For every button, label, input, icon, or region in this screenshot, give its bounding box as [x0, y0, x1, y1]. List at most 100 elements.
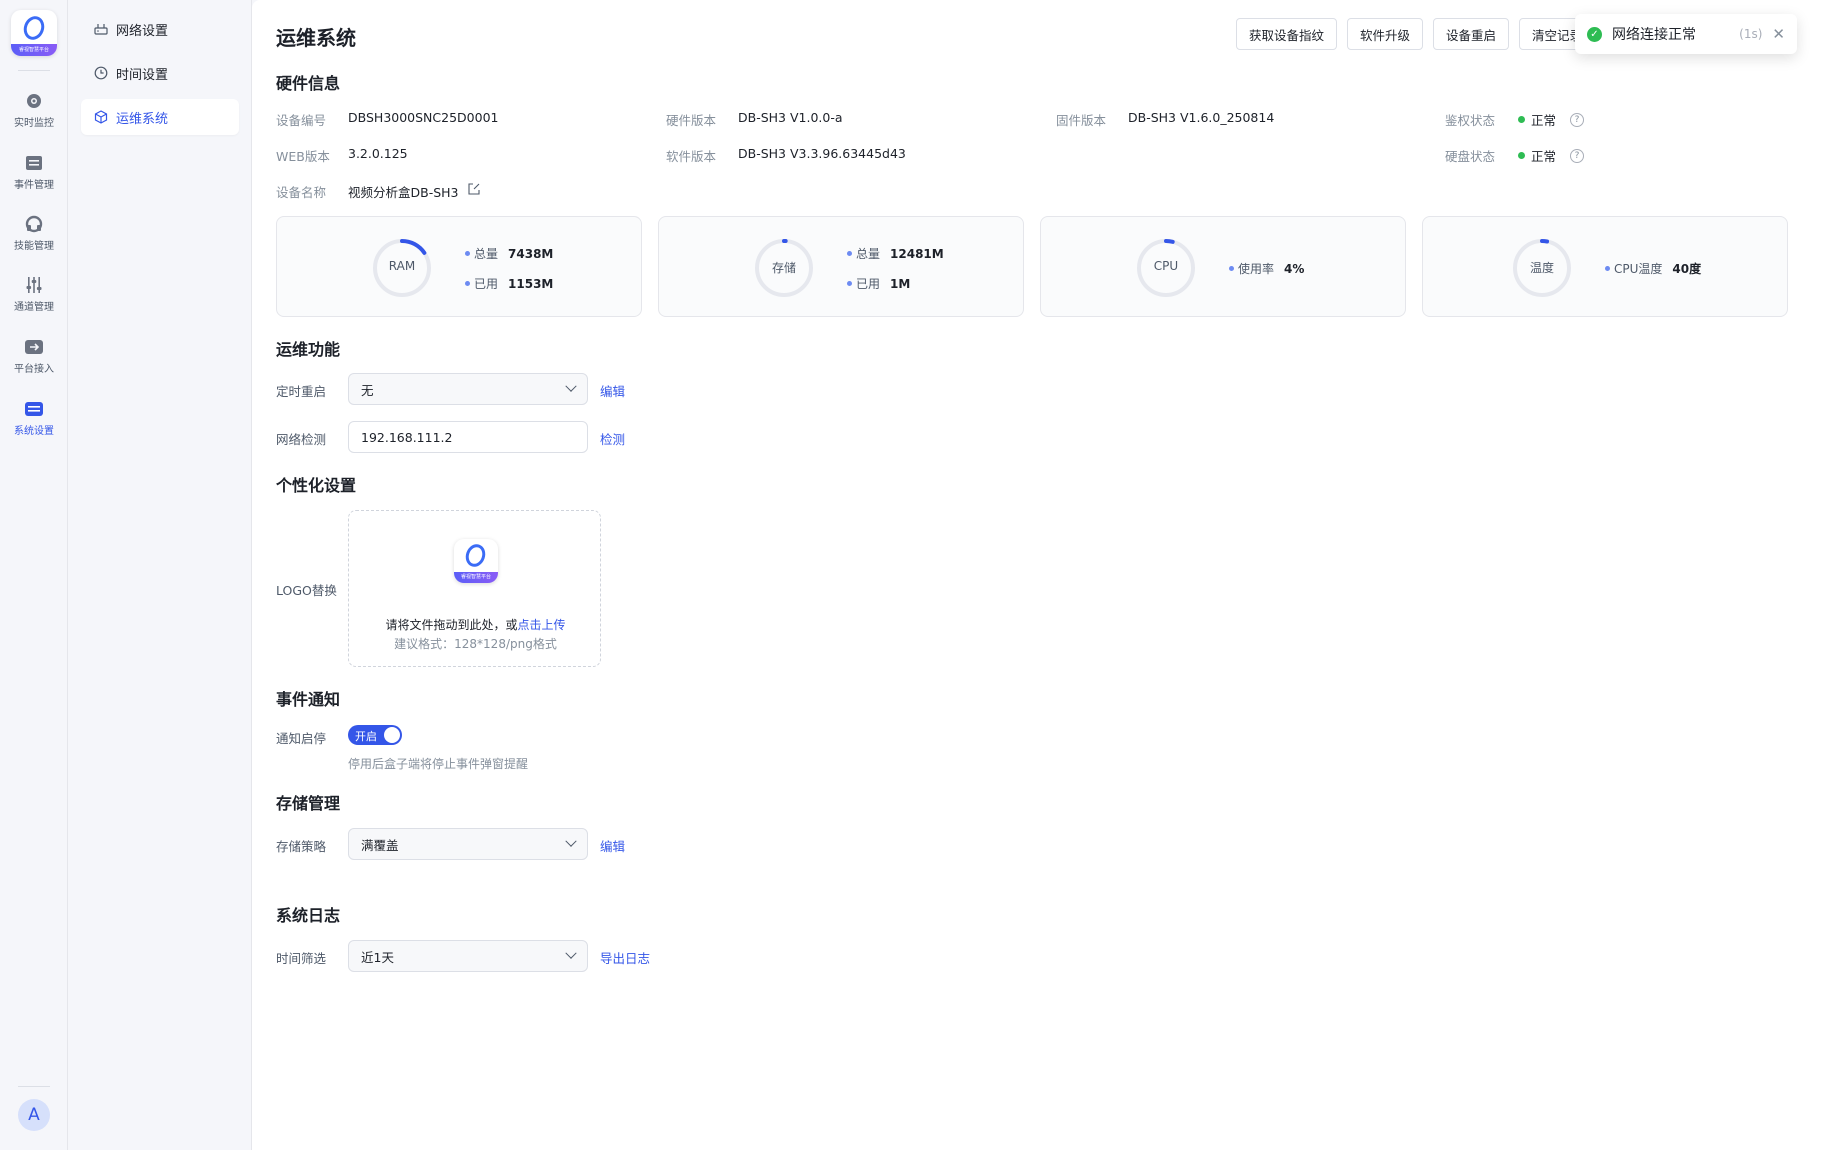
reboot-edit-link[interactable]: 编辑: [600, 381, 625, 400]
web-ver-label: WEB版本: [276, 149, 330, 164]
storage-policy-label: 存储策略: [276, 839, 327, 854]
logo-replace-label: LOGO替换: [276, 583, 337, 598]
rail-item-events[interactable]: 事件管理: [0, 154, 68, 202]
ram-card: RAM 总量 7438M 已用 1153M: [276, 216, 642, 317]
skill-icon: [25, 215, 43, 233]
time-filter-select[interactable]: 近1天: [348, 940, 588, 972]
toggle-knob: [384, 727, 400, 743]
ram-used: 已用 1153M: [465, 275, 553, 292]
fw-ver-label: 固件版本: [1056, 113, 1107, 128]
storage-edit-link[interactable]: 编辑: [600, 836, 625, 855]
toast-countdown: (1s): [1739, 27, 1763, 41]
rail-label: 技能管理: [14, 241, 54, 252]
action-toolbar: 获取设备指纹 软件升级 设备重启 清空记录: [1236, 18, 1596, 50]
avatar[interactable]: A: [18, 1099, 50, 1131]
disk-status-label: 硬盘状态: [1445, 149, 1496, 164]
cpu-card: CPU 使用率 4%: [1040, 216, 1406, 317]
app-logo: 睿视智慧平台: [11, 10, 57, 56]
logo-upload-area[interactable]: 睿视智慧平台 请将文件拖动到此处，或点击上传 建议格式：128*128/png格…: [348, 510, 601, 667]
subnav-item-network[interactable]: 网络设置: [81, 11, 239, 47]
logo-preview: 睿视智慧平台: [454, 539, 498, 583]
ram-used-value: 1153M: [508, 276, 554, 291]
temperature-card: 温度 CPU温度 40度: [1422, 216, 1788, 317]
network-check-input[interactable]: [348, 421, 588, 453]
rail-item-platform[interactable]: 平台接入: [0, 338, 68, 386]
notify-toggle[interactable]: 开启: [348, 725, 402, 745]
time-filter-label: 时间筛选: [276, 951, 327, 966]
auth-status-value: 正常: [1531, 113, 1557, 128]
auth-status-label: 鉴权状态: [1445, 113, 1496, 128]
section-title-storage: 存储管理: [276, 794, 341, 813]
section-title-personal: 个性化设置: [276, 476, 357, 495]
rail-item-channels[interactable]: 通道管理: [0, 276, 68, 324]
notify-hint: 停用后盒子端将停止事件弹窗提醒: [348, 757, 529, 771]
rail-item-monitor[interactable]: 实时监控: [0, 92, 68, 140]
logo-preview-strip: 睿视智慧平台: [454, 572, 498, 583]
upload-hint: 建议格式：128*128/png格式: [394, 637, 557, 651]
time-filter-value: 近1天: [361, 949, 394, 965]
disk-status: 正常 ?: [1518, 146, 1585, 165]
cpu-gauge-label: CPU: [1153, 259, 1179, 273]
temperature-gauge-label: 温度: [1529, 261, 1554, 275]
storage-total-label: 总量: [856, 247, 881, 261]
ram-total: 总量 7438M: [465, 245, 553, 262]
device-no-value: DBSH3000SNC25D0001: [348, 110, 499, 125]
storage-used-value: 1M: [890, 276, 911, 291]
sub-navigation: 网络设置 时间设置 运维系统: [69, 0, 252, 1150]
subnav-label: 网络设置: [116, 23, 169, 39]
chevron-down-icon: [565, 947, 577, 959]
scheduled-reboot-select[interactable]: 无: [348, 373, 588, 405]
section-title-notify: 事件通知: [276, 690, 341, 709]
upload-instruction: 请将文件拖动到此处，或点击上传: [349, 616, 602, 633]
cpu-temperature: CPU温度 40度: [1605, 260, 1701, 277]
device-reboot-button[interactable]: 设备重启: [1433, 18, 1510, 50]
export-log-link[interactable]: 导出日志: [600, 948, 650, 967]
storage-policy-select[interactable]: 满覆盖: [348, 828, 588, 860]
edit-icon[interactable]: [467, 182, 481, 196]
storage-policy-value: 满覆盖: [361, 837, 399, 853]
platform-icon: [25, 340, 43, 354]
section-title-logs: 系统日志: [276, 906, 341, 925]
scheduled-reboot-label: 定时重启: [276, 384, 327, 399]
clock-icon: [94, 66, 108, 80]
upload-link[interactable]: 点击上传: [518, 618, 566, 632]
status-dot: [1518, 152, 1525, 159]
storage-card: 存储 总量 12481M 已用 1M: [658, 216, 1024, 317]
subnav-item-ops[interactable]: 运维系统: [81, 99, 239, 135]
cpu-temp-label: CPU温度: [1614, 262, 1663, 276]
rail-item-settings[interactable]: 系统设置: [0, 400, 68, 448]
main-content: 运维系统 获取设备指纹 软件升级 设备重启 清空记录 硬件信息 设备编号 DBS…: [252, 0, 1821, 1150]
ram-gauge-label: RAM: [388, 259, 416, 273]
cpu-usage-value: 4%: [1284, 261, 1305, 276]
software-upgrade-button[interactable]: 软件升级: [1347, 18, 1424, 50]
storage-total-value: 12481M: [890, 246, 944, 261]
notify-toggle-label: 通知启停: [276, 731, 327, 746]
fw-ver-value: DB-SH3 V1.6.0_250814: [1128, 110, 1275, 125]
event-icon: [26, 156, 42, 170]
rail-label: 平台接入: [14, 364, 54, 375]
auth-status: 正常 ?: [1518, 110, 1585, 129]
storage-used-label: 已用: [856, 277, 881, 291]
help-icon[interactable]: ?: [1570, 112, 1585, 127]
get-fingerprint-button[interactable]: 获取设备指纹: [1236, 18, 1338, 50]
disk-status-value: 正常: [1531, 149, 1557, 164]
close-icon[interactable]: ✕: [1772, 25, 1785, 43]
chevron-down-icon: [565, 380, 577, 392]
upload-text: 请将文件拖动到此处，或: [385, 618, 518, 632]
help-icon[interactable]: ?: [1570, 148, 1585, 163]
hw-ver-label: 硬件版本: [666, 113, 717, 128]
logo-strip-text: 睿视智慧平台: [11, 44, 57, 56]
sw-ver-value: DB-SH3 V3.3.96.63445d43: [738, 146, 906, 161]
device-name-value: 视频分析盒DB-SH3: [348, 185, 459, 200]
ram-total-label: 总量: [474, 247, 499, 261]
monitor-icon: [27, 94, 41, 108]
network-check-link[interactable]: 检测: [600, 429, 625, 448]
subnav-label: 时间设置: [116, 67, 169, 83]
toast-notification: ✓ 网络连接正常 (1s) ✕: [1575, 14, 1797, 54]
hw-ver-value: DB-SH3 V1.0.0-a: [738, 110, 843, 125]
toast-message: 网络连接正常: [1612, 27, 1696, 43]
subnav-item-time[interactable]: 时间设置: [81, 55, 239, 91]
rail-item-skills[interactable]: 技能管理: [0, 215, 68, 263]
web-ver-value: 3.2.0.125: [348, 146, 408, 161]
check-circle-icon: ✓: [1587, 26, 1602, 42]
